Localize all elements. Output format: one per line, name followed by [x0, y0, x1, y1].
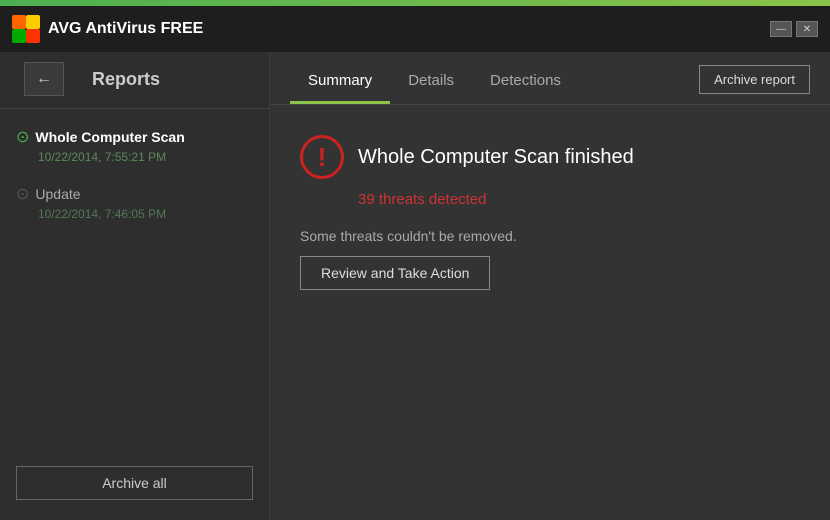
sidebar-title: Reports [76, 63, 176, 104]
threats-detected: 39 threats detected [358, 191, 800, 208]
content-body: ! Whole Computer Scan finished 39 threat… [270, 105, 830, 520]
avg-logo-icon [12, 15, 40, 43]
back-button[interactable]: ← [24, 62, 64, 96]
app-title: AVG AntiVirus FREE [48, 20, 203, 38]
tabs: Summary Details Detections [290, 64, 579, 104]
app-title-area: AVG AntiVirus FREE [12, 15, 203, 43]
scan-title: Whole Computer Scan finished [358, 146, 634, 169]
item-date-2: 10/22/2014, 7:46:05 PM [16, 207, 253, 221]
item-header-2: ⊙ Update [16, 184, 253, 204]
some-threats-text: Some threats couldn't be removed. [300, 228, 800, 244]
item-header-1: ⊙ Whole Computer Scan [16, 127, 253, 147]
check-icon-1: ⊙ [16, 127, 29, 147]
close-button[interactable]: ✕ [796, 21, 818, 37]
tab-details[interactable]: Details [390, 64, 472, 104]
tab-detections[interactable]: Detections [472, 64, 579, 104]
content-area: Summary Details Detections Archive repor… [270, 52, 830, 520]
sidebar-item-update[interactable]: ⊙ Update 10/22/2014, 7:46:05 PM [0, 174, 269, 231]
item-name-2: Update [35, 186, 80, 202]
item-date-1: 10/22/2014, 7:55:21 PM [16, 150, 253, 164]
sidebar: ← Reports ⊙ Whole Computer Scan 10/22/20… [0, 52, 270, 520]
archive-report-button[interactable]: Archive report [699, 65, 810, 94]
window-controls: — ✕ [770, 21, 818, 37]
review-action-button[interactable]: Review and Take Action [300, 256, 490, 290]
scan-result-header: ! Whole Computer Scan finished [300, 135, 800, 179]
main-container: ← Reports ⊙ Whole Computer Scan 10/22/20… [0, 52, 830, 520]
sidebar-spacer [0, 231, 269, 456]
check-icon-2: ⊙ [16, 184, 29, 204]
warning-icon: ! [300, 135, 344, 179]
sidebar-item-whole-computer-scan[interactable]: ⊙ Whole Computer Scan 10/22/2014, 7:55:2… [0, 117, 269, 174]
app-header: AVG AntiVirus FREE — ✕ [0, 6, 830, 52]
item-name-1: Whole Computer Scan [35, 129, 184, 145]
tab-summary[interactable]: Summary [290, 64, 390, 104]
sidebar-divider [0, 108, 269, 109]
archive-all-button[interactable]: Archive all [16, 466, 253, 500]
minimize-button[interactable]: — [770, 21, 792, 37]
content-header: Summary Details Detections Archive repor… [270, 52, 830, 105]
